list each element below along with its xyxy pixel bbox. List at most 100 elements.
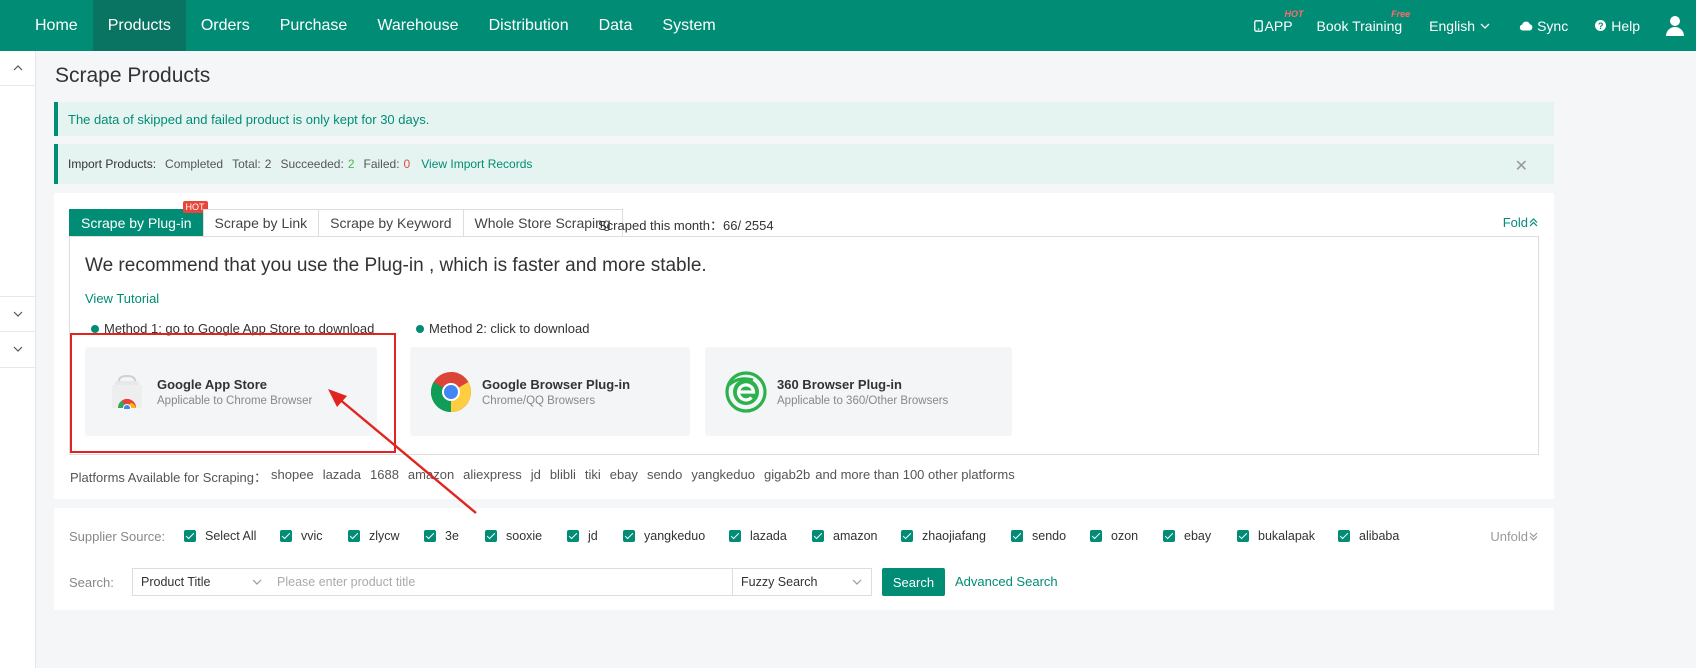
- nav-sync[interactable]: Sync: [1519, 18, 1568, 34]
- import-status: Completed: [165, 157, 224, 171]
- search-field-select[interactable]: Product Title: [132, 568, 272, 596]
- tab-scrape-by-link[interactable]: Scrape by Link: [202, 209, 319, 237]
- language-selector[interactable]: English: [1429, 18, 1490, 34]
- scraped-this-month: Scraped this month：66/ 2554: [598, 215, 774, 234]
- nav-warehouse[interactable]: Warehouse: [362, 0, 473, 51]
- failed-count: 0: [403, 157, 411, 171]
- nav-help[interactable]: ? Help: [1595, 18, 1640, 34]
- checkbox-label: zlycw: [369, 529, 400, 543]
- card-title: Google Browser Plug-in: [482, 376, 631, 392]
- view-import-records-link[interactable]: View Import Records: [421, 157, 532, 171]
- expand-down-icon[interactable]: [0, 332, 36, 366]
- nav-distribution[interactable]: Distribution: [474, 0, 584, 51]
- checkbox-label: yangkeduo: [644, 529, 706, 543]
- checkbox-jd[interactable]: jd: [567, 529, 598, 543]
- unfold-label: Unfold: [1490, 529, 1528, 544]
- help-label: Help: [1611, 17, 1640, 34]
- succeeded-count: 2: [347, 157, 355, 171]
- checkbox-ebay[interactable]: ebay: [1163, 529, 1211, 543]
- checkbox-sendo[interactable]: sendo: [1011, 529, 1066, 543]
- method-dot: [91, 324, 99, 333]
- checkbox-yangkeduo[interactable]: yangkeduo: [623, 529, 705, 543]
- chevron-down-icon: [1480, 23, 1490, 29]
- tab-label: Scrape by Plug-in: [81, 215, 192, 231]
- platforms-list: Platforms Available for Scraping： shopee…: [70, 467, 1024, 486]
- checkbox-checked-icon: [1237, 530, 1249, 542]
- scrape-panel: Scrape by Plug-in HOT Scrape by Link Scr…: [54, 193, 1554, 499]
- checkbox-zhaojiafang[interactable]: zhaojiafang: [901, 529, 986, 543]
- close-icon[interactable]: ✕: [1515, 156, 1528, 176]
- nav-data[interactable]: Data: [584, 0, 648, 51]
- card-title: Google App Store: [157, 376, 268, 392]
- nav-app[interactable]: APP HOT: [1253, 9, 1304, 34]
- checkbox-select-all[interactable]: Select All: [184, 529, 256, 543]
- app-label: APP: [1264, 17, 1293, 34]
- nav-products[interactable]: Products: [92, 0, 186, 51]
- rail-divider: [0, 85, 36, 86]
- checkbox-sooxie[interactable]: sooxie: [485, 529, 542, 543]
- phone-icon: [1253, 19, 1263, 32]
- expand-down-icon[interactable]: [0, 297, 36, 331]
- card-title: 360 Browser Plug-in: [777, 376, 902, 392]
- checkbox-alibaba[interactable]: alibaba: [1338, 529, 1399, 543]
- platform-item: blibli: [549, 467, 576, 482]
- help-icon: ?: [1595, 20, 1607, 31]
- unfold-toggle[interactable]: Unfold: [1490, 529, 1538, 544]
- chrome-icon: [431, 371, 471, 412]
- search-label: Search:: [69, 575, 114, 590]
- checkbox-label: zhaojiafang: [922, 529, 986, 543]
- nav-orders[interactable]: Orders: [186, 0, 265, 51]
- scraped-value: 66/ 2554: [723, 218, 774, 233]
- nav-system[interactable]: System: [647, 0, 730, 51]
- scrape-tabs: Scrape by Plug-in HOT Scrape by Link Scr…: [69, 201, 623, 237]
- cloud-icon: [1519, 21, 1533, 30]
- search-button[interactable]: Search: [882, 568, 945, 596]
- platform-item: shopee: [271, 467, 314, 482]
- view-tutorial-link[interactable]: View Tutorial: [85, 291, 159, 306]
- chrome-store-icon: [112, 374, 142, 409]
- checkbox-amazon[interactable]: amazon: [812, 529, 877, 543]
- checkbox-checked-icon: [1163, 530, 1175, 542]
- user-avatar-icon[interactable]: [1664, 15, 1686, 37]
- checkbox-vvic[interactable]: vvic: [280, 529, 323, 543]
- card-text: Google App Store Applicable to Chrome Br…: [157, 377, 312, 407]
- platforms-label: Platforms Available for Scraping：: [70, 470, 268, 485]
- nav-purchase[interactable]: Purchase: [265, 0, 363, 51]
- scraped-label: Scraped this month：: [598, 218, 724, 233]
- platform-item: lazada: [322, 467, 361, 482]
- tab-scrape-by-plugin[interactable]: Scrape by Plug-in HOT: [69, 201, 208, 237]
- checkbox-label: bukalapak: [1258, 529, 1315, 543]
- checkbox-ozon[interactable]: ozon: [1090, 529, 1138, 543]
- checkbox-bukalapak[interactable]: bukalapak: [1237, 529, 1315, 543]
- platform-item: aliexpress: [463, 467, 522, 482]
- checkbox-lazada[interactable]: lazada: [729, 529, 787, 543]
- 360-browser-plugin-card[interactable]: 360 Browser Plug-in Applicable to 360/Ot…: [705, 347, 1012, 436]
- supplier-source-label: Supplier Source:: [69, 529, 166, 544]
- checkbox-label: 3e: [445, 529, 459, 543]
- fold-toggle[interactable]: Fold: [1503, 215, 1538, 230]
- advanced-search-link[interactable]: Advanced Search: [955, 574, 1058, 589]
- checkbox-zlycw[interactable]: zlycw: [348, 529, 400, 543]
- platform-item: 1688: [370, 467, 399, 482]
- checkbox-checked-icon: [424, 530, 436, 542]
- product-title-input[interactable]: [271, 568, 733, 596]
- import-label: Import Products:: [68, 157, 157, 171]
- tab-scrape-by-keyword[interactable]: Scrape by Keyword: [318, 209, 463, 237]
- checkbox-checked-icon: [1090, 530, 1102, 542]
- nav-right: APP HOT Book Training Free English Sync …: [1253, 0, 1696, 51]
- succeeded-label: Succeeded:: [280, 157, 344, 171]
- nav-home[interactable]: Home: [0, 0, 93, 51]
- checkbox-label: ebay: [1184, 529, 1212, 543]
- nav-book-training[interactable]: Book Training Free: [1317, 9, 1411, 34]
- checkbox-checked-icon: [1011, 530, 1023, 542]
- collapse-up-icon[interactable]: [0, 51, 36, 85]
- search-mode-select[interactable]: Fuzzy Search: [732, 568, 872, 596]
- chevron-down-icon: [852, 579, 862, 585]
- google-app-store-card[interactable]: Google App Store Applicable to Chrome Br…: [85, 347, 377, 436]
- checkbox-checked-icon: [729, 530, 741, 542]
- checkbox-3e[interactable]: 3e: [424, 529, 459, 543]
- google-browser-plugin-card[interactable]: Google Browser Plug-in Chrome/QQ Browser…: [410, 347, 690, 436]
- platform-item: ebay: [609, 467, 638, 482]
- method-1-text: Method 1: go to Google App Store to down…: [104, 321, 375, 336]
- checkbox-checked-icon: [567, 530, 579, 542]
